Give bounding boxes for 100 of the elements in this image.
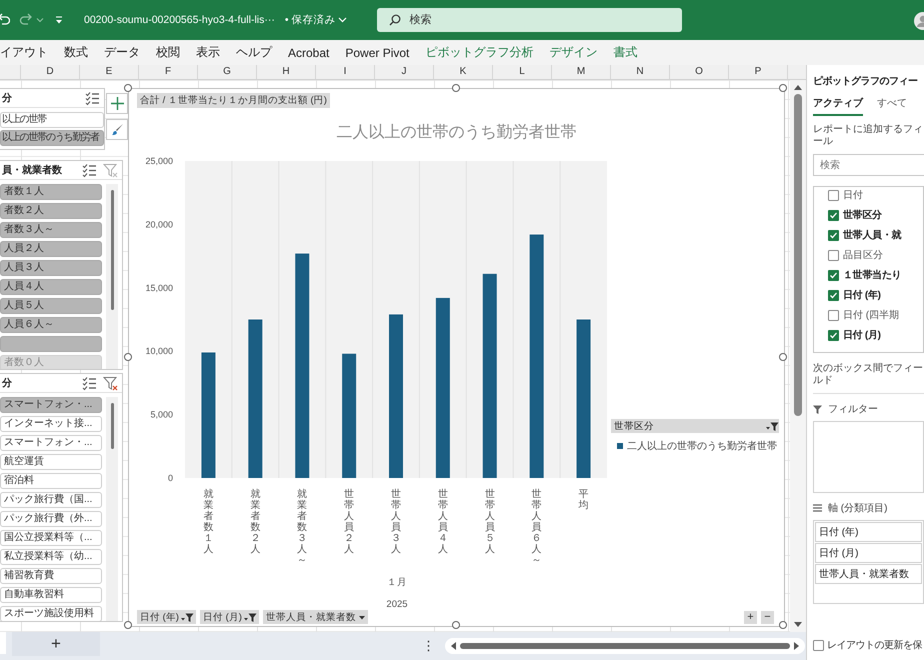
axis-field-button[interactable]: 世帯人員・就業者数 — [262, 610, 368, 624]
field-name[interactable]: 世帯区分 — [843, 208, 882, 222]
field-name[interactable]: １世帯当たり — [843, 268, 902, 282]
slicer-item[interactable]: 人員２人 — [0, 241, 102, 257]
zoom-button[interactable]: − — [761, 610, 774, 624]
column-header[interactable]: L — [493, 65, 552, 79]
field-name[interactable]: 日付 (年) — [843, 288, 881, 302]
pane-tab[interactable]: すべて — [877, 96, 907, 116]
bar[interactable] — [295, 254, 310, 478]
checkbox[interactable] — [813, 640, 824, 650]
bar[interactable] — [576, 320, 591, 478]
slicer-item[interactable]: 人員４人 — [0, 279, 102, 295]
resize-handle[interactable] — [452, 621, 460, 629]
axis-field[interactable]: 世帯人員・就業者数 — [815, 564, 922, 584]
slicer-item[interactable]: 者数２人 — [0, 203, 102, 219]
column-header[interactable]: H — [257, 65, 316, 79]
resize-handle[interactable] — [124, 84, 132, 92]
ribbon-tab[interactable]: ヘルプ — [228, 42, 280, 64]
ribbon-tab[interactable]: 数式 — [56, 42, 96, 64]
column-header[interactable]: I — [316, 65, 375, 79]
slicer-item[interactable]: 人員３人 — [0, 260, 102, 276]
axis-field-button[interactable]: 日付 (年) — [137, 610, 196, 624]
resize-handle[interactable] — [779, 84, 787, 92]
checkbox-label[interactable]: レイアウトの更新を保 — [827, 638, 922, 652]
multi-select-icon[interactable] — [82, 162, 97, 178]
ribbon-tab[interactable]: ピボットグラフ分析 — [417, 42, 542, 64]
legend-field-button[interactable]: 世帯区分 — [611, 419, 779, 433]
field-name[interactable]: 日付 — [843, 188, 863, 202]
resize-handle[interactable] — [779, 352, 787, 360]
chart-style-button[interactable] — [106, 119, 128, 140]
search-field[interactable]: 検索 — [377, 8, 682, 32]
slicer-item[interactable]: 航空運賃 — [0, 454, 102, 470]
column-header[interactable]: D — [21, 65, 80, 79]
column-header[interactable]: K — [434, 65, 493, 79]
axis-drop-area[interactable]: 日付 (年) 日付 (月) 世帯人員・就業者数 — [813, 520, 924, 604]
clear-filter-icon[interactable] — [103, 376, 118, 390]
field-name[interactable]: 品目区分 — [843, 248, 883, 262]
bar[interactable] — [530, 234, 544, 478]
ribbon-tab[interactable]: 校閲 — [148, 42, 188, 64]
ribbon-tab[interactable]: データ — [96, 42, 148, 64]
checkbox[interactable] — [828, 310, 839, 320]
ribbon-tab[interactable]: 表示 — [188, 42, 228, 64]
slicer-item[interactable]: パック旅行費（国... — [0, 492, 102, 508]
column-header[interactable]: G — [198, 65, 257, 79]
slicer-item[interactable]: 自動車教習料 — [0, 587, 102, 603]
ribbon-tab[interactable]: デザイン — [541, 42, 606, 64]
bar[interactable] — [248, 320, 262, 478]
field-name[interactable]: 世帯人員・就 — [843, 228, 902, 242]
ribbon-tab[interactable]: 書式 — [605, 42, 646, 64]
resize-handle[interactable] — [452, 84, 460, 92]
slicer-item[interactable]: 者数１人 — [0, 184, 102, 200]
slicer-item[interactable]: 私立授業料等（幼... — [0, 549, 102, 565]
slicer-item[interactable]: 人員５人 — [0, 298, 102, 314]
checkbox[interactable] — [828, 290, 839, 300]
slicer-item[interactable]: 以上の世帯 — [0, 112, 104, 128]
slicer-item[interactable]: スマートフォン・... — [0, 435, 102, 451]
checkbox[interactable] — [828, 330, 839, 340]
checkbox[interactable] — [828, 230, 839, 240]
column-header[interactable]: O — [670, 65, 729, 79]
ribbon-tab[interactable]: Power Pivot — [337, 42, 418, 64]
search-field[interactable]: 検索 — [813, 154, 924, 176]
vertical-scrollbar[interactable] — [790, 80, 806, 632]
field-name[interactable]: 日付 (四半期 — [843, 308, 900, 322]
value-field-button[interactable]: 合計 / １世帯当たり１か月間の支出額 (円) — [137, 93, 330, 108]
field-name[interactable]: 日付 (月) — [843, 328, 881, 342]
scrollbar[interactable] — [106, 397, 118, 621]
scroll-down-icon[interactable] — [794, 622, 802, 628]
slicer-item[interactable]: 以上の世帯のうち勤労者 — [0, 130, 104, 146]
zoom-button[interactable]: + — [744, 610, 757, 624]
slicer-item[interactable]: インターネット接... — [0, 416, 102, 432]
horizontal-scrollbar[interactable] — [445, 638, 805, 654]
scroll-right-icon[interactable] — [794, 642, 800, 650]
scrollbar[interactable] — [106, 184, 118, 369]
column-header[interactable]: N — [611, 65, 670, 79]
resize-handle[interactable] — [124, 621, 132, 629]
ribbon-tab[interactable]: イアウト — [0, 42, 56, 64]
axis-field-button[interactable]: 日付 (月) — [200, 610, 259, 624]
multi-select-icon[interactable] — [85, 90, 100, 106]
caret-icon[interactable] — [36, 16, 44, 24]
resize-handle[interactable] — [124, 352, 132, 360]
add-element-button[interactable] — [106, 93, 128, 114]
ribbon-tab[interactable]: Acrobat — [280, 42, 338, 64]
axis-field[interactable]: 日付 (年) — [815, 522, 922, 542]
checkbox[interactable] — [828, 270, 839, 280]
slicer-item[interactable]: 人員６人～ — [0, 317, 102, 333]
slicer-item[interactable]: 国公立授業料等（... — [0, 530, 102, 546]
slicer-item[interactable]: 補習教育費 — [0, 568, 102, 584]
pane-tab[interactable]: アクティブ — [813, 96, 863, 116]
column-header[interactable]: E — [80, 65, 139, 79]
scroll-up-icon[interactable] — [794, 84, 802, 90]
bar[interactable] — [436, 298, 450, 478]
slicer-item[interactable]: スマートフォン・... — [0, 397, 102, 413]
column-header[interactable]: M — [552, 65, 611, 79]
slicer-item[interactable]: 宿泊料 — [0, 473, 102, 489]
add-sheet-button[interactable]: + — [12, 632, 100, 656]
bar[interactable] — [201, 352, 216, 478]
bar[interactable] — [482, 274, 497, 478]
checkbox[interactable] — [828, 250, 839, 260]
customize-icon[interactable] — [54, 15, 64, 25]
axis-field[interactable]: 日付 (月) — [815, 543, 922, 563]
